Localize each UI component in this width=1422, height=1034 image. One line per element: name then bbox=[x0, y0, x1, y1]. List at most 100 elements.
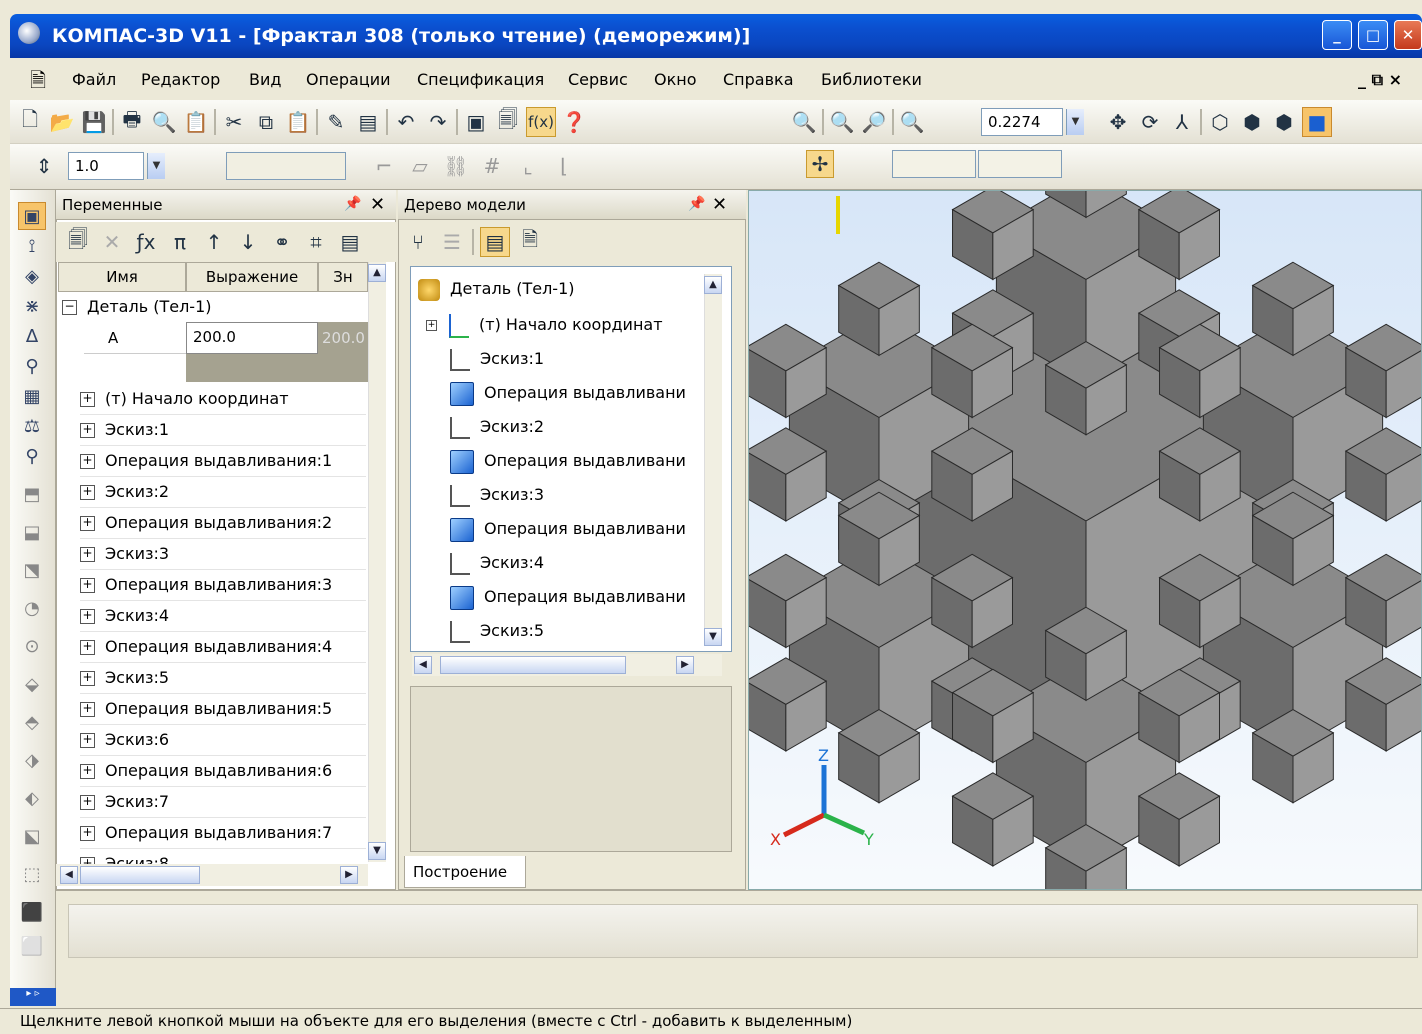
tree-toggle-icon[interactable]: ▣ bbox=[462, 108, 490, 136]
spec-icon[interactable]: ⚖ bbox=[18, 412, 46, 440]
pi-icon[interactable]: π bbox=[166, 228, 194, 256]
split-icon[interactable]: ⬜ bbox=[18, 932, 46, 960]
variables-icon[interactable]: f(x) bbox=[526, 107, 556, 137]
expand-icon[interactable]: + bbox=[80, 485, 95, 500]
mirror-icon[interactable]: ⬚ bbox=[18, 860, 46, 888]
chain-icon[interactable]: ⛓ bbox=[442, 152, 470, 180]
menu-view[interactable]: Вид bbox=[249, 68, 281, 92]
print-icon[interactable]: 🖶 bbox=[118, 107, 146, 136]
app-logo-icon[interactable] bbox=[18, 22, 40, 44]
expand-icon[interactable]: + bbox=[80, 795, 95, 810]
coord-y-input[interactable] bbox=[978, 150, 1062, 178]
filter-icon[interactable]: ▦ bbox=[18, 382, 46, 410]
expand-icon[interactable]: + bbox=[80, 609, 95, 624]
tree-filter-icon[interactable]: 🗎 bbox=[516, 227, 544, 256]
expand-icon[interactable]: + bbox=[80, 578, 95, 593]
fillet-icon[interactable]: ⬙ bbox=[18, 670, 46, 698]
column-name[interactable]: Имя bbox=[58, 262, 186, 292]
report-icon[interactable]: ⚲ bbox=[18, 442, 46, 470]
hidden-lines-icon[interactable]: ⬢ bbox=[1238, 108, 1266, 136]
tree-structure-icon[interactable]: ⑂ bbox=[404, 228, 432, 256]
minimize-button[interactable]: _ bbox=[1322, 20, 1352, 50]
rotate-op-icon[interactable]: ⬓ bbox=[18, 518, 46, 546]
chamfer-icon[interactable]: ⬘ bbox=[18, 708, 46, 736]
menu-service[interactable]: Сервис bbox=[568, 68, 628, 92]
section-icon[interactable]: ⬕ bbox=[18, 822, 46, 850]
variables-list-item[interactable]: + Эскиз:6 bbox=[80, 725, 366, 756]
mdi-controls[interactable]: _ ⧉ × bbox=[1358, 68, 1402, 92]
expand-icon[interactable]: + bbox=[80, 516, 95, 531]
tree-item[interactable]: Операция выдавливани bbox=[426, 580, 706, 614]
edit-part-icon[interactable]: ▣ bbox=[18, 202, 46, 230]
tree-item[interactable]: Эскиз:1 bbox=[426, 342, 706, 376]
open-folder-icon[interactable]: 📂 bbox=[48, 108, 76, 136]
undo-icon[interactable]: ↶ bbox=[392, 108, 420, 136]
rotate-icon[interactable]: ⟳ bbox=[1136, 108, 1164, 136]
layer-input[interactable] bbox=[226, 152, 346, 180]
hole-icon[interactable]: ⊙ bbox=[18, 632, 46, 660]
tree-item[interactable]: Операция выдавливани bbox=[426, 376, 706, 410]
tree-scroll-down-icon[interactable]: ▼ bbox=[704, 628, 722, 646]
new-file-icon[interactable]: 🗋 bbox=[16, 107, 44, 136]
extrude-icon[interactable]: ⬒ bbox=[18, 480, 46, 508]
list-icon[interactable]: ▤ bbox=[354, 108, 382, 136]
tab-construction[interactable]: Построение bbox=[404, 856, 526, 888]
menu-specification[interactable]: Спецификация bbox=[417, 68, 544, 92]
tree-item[interactable]: Эскиз:4 bbox=[426, 546, 706, 580]
print-preview-icon[interactable]: 🔍 bbox=[150, 108, 178, 136]
paste-icon[interactable]: 📋 bbox=[284, 108, 312, 136]
help-pointer-icon[interactable]: ❓ bbox=[560, 108, 588, 136]
move-up-icon[interactable]: ↑ bbox=[200, 228, 228, 256]
zoom-out-icon[interactable]: 🔎 bbox=[860, 108, 888, 136]
surfaces-icon[interactable]: ◈ bbox=[18, 262, 46, 290]
step-icon[interactable]: ⇕ bbox=[30, 152, 58, 180]
hscroll-thumb[interactable] bbox=[80, 866, 200, 884]
lcs-icon[interactable]: ⌞ bbox=[514, 152, 542, 180]
tree-item[interactable]: Эскиз:5 bbox=[426, 614, 706, 648]
close-panel-icon[interactable]: ✕ bbox=[370, 194, 385, 215]
copy-icon[interactable]: ⧉ bbox=[252, 108, 280, 136]
variables-list-item[interactable]: + Операция выдавливания:2 bbox=[80, 508, 366, 539]
menu-editor[interactable]: Редактор bbox=[141, 68, 220, 92]
properties-icon[interactable]: ✎ bbox=[322, 108, 350, 136]
grid-icon[interactable]: # bbox=[478, 152, 506, 180]
expand-icon[interactable]: + bbox=[80, 764, 95, 779]
scroll-right-icon[interactable]: ▶ bbox=[340, 866, 358, 884]
menu-help[interactable]: Справка bbox=[723, 68, 794, 92]
zoom-all-icon[interactable]: 🔍 bbox=[898, 108, 926, 136]
shaded-icon[interactable]: ■ bbox=[1302, 107, 1332, 137]
expand-icon[interactable]: + bbox=[80, 423, 95, 438]
function-icon[interactable]: ƒx bbox=[132, 228, 160, 256]
variables-list-item[interactable]: + Эскиз:5 bbox=[80, 663, 366, 694]
var-expression-input[interactable]: 200.0 bbox=[186, 322, 318, 354]
tree-scroll-left-icon[interactable]: ◀ bbox=[414, 656, 432, 674]
panel-toggle-icon[interactable]: ▸ ▹ bbox=[10, 988, 56, 1006]
variables-list-item[interactable]: + Эскиз:3 bbox=[80, 539, 366, 570]
tree-sort-icon[interactable]: ☰ bbox=[438, 228, 466, 256]
external-var-icon[interactable]: ⌗ bbox=[302, 228, 330, 256]
step-input[interactable]: 1.0 bbox=[68, 152, 144, 180]
aux-geometry-icon[interactable]: ∆ bbox=[18, 322, 46, 350]
zoom-window-icon[interactable]: 🔍 bbox=[790, 108, 818, 136]
expand-icon[interactable]: + bbox=[426, 320, 437, 331]
tree-item[interactable]: + (т) Начало координат bbox=[426, 308, 706, 342]
table-icon[interactable]: ▤ bbox=[336, 228, 364, 256]
shaded-outline-icon[interactable]: ⬢ bbox=[1270, 108, 1298, 136]
close-button[interactable]: ✕ bbox=[1394, 20, 1422, 50]
var-name-cell[interactable]: A bbox=[84, 322, 186, 354]
variables-list-item[interactable]: + Эскиз:1 bbox=[80, 415, 366, 446]
tree-root[interactable]: Деталь (Тел-1) bbox=[418, 274, 575, 304]
add-var-icon[interactable]: 🗐 bbox=[64, 227, 92, 256]
tree-pin-icon[interactable]: 📌 bbox=[688, 196, 705, 212]
loft-icon[interactable]: ◔ bbox=[18, 594, 46, 622]
draft-icon[interactable]: ⬛ bbox=[18, 898, 46, 926]
new-var-row[interactable] bbox=[186, 354, 368, 382]
tree-hscroll-thumb[interactable] bbox=[440, 656, 626, 674]
curves-icon[interactable]: ⟟ bbox=[18, 232, 46, 260]
column-expression[interactable]: Выражение bbox=[186, 262, 318, 292]
scroll-down-icon[interactable]: ▼ bbox=[368, 842, 386, 860]
library-manager-icon[interactable]: 🗐 bbox=[494, 107, 522, 136]
link-icon[interactable]: ⚭ bbox=[268, 228, 296, 256]
zoom-input[interactable]: 0.2274 bbox=[981, 108, 1063, 136]
tree-mode-icon[interactable]: ▤ bbox=[480, 227, 510, 257]
